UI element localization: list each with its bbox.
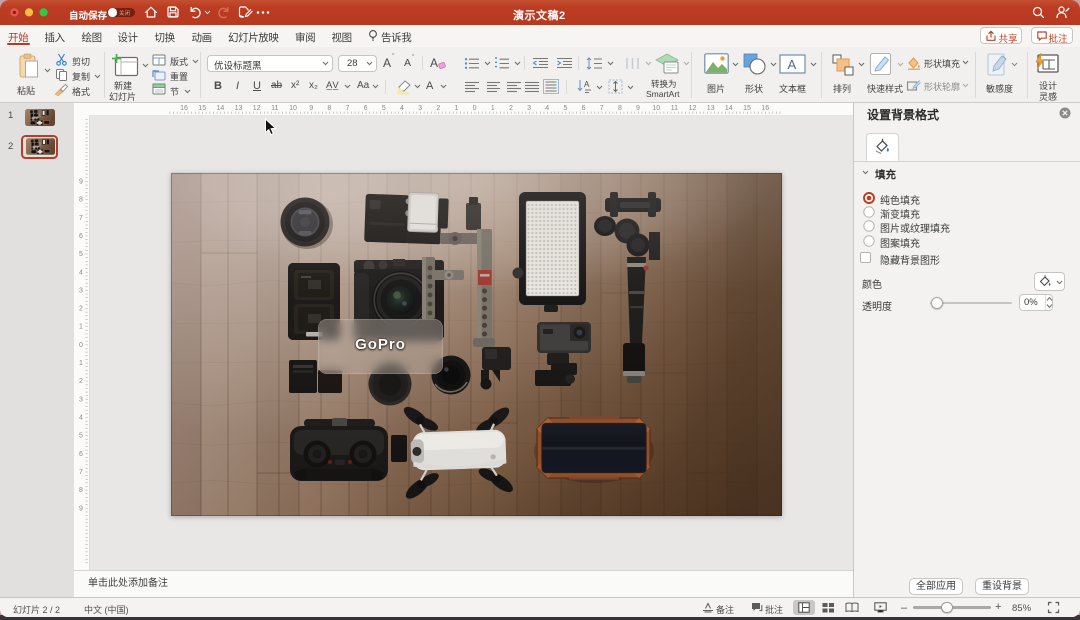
svg-text:3: 3: [527, 105, 531, 112]
svg-text:12: 12: [253, 105, 261, 112]
svg-text:9: 9: [79, 179, 83, 186]
svg-text:2: 2: [509, 105, 513, 112]
svg-text:2: 2: [436, 105, 440, 112]
svg-text:2: 2: [79, 378, 83, 385]
svg-text:4: 4: [545, 105, 549, 112]
svg-text:9: 9: [79, 505, 83, 512]
svg-text:8: 8: [79, 197, 83, 204]
svg-text:15: 15: [198, 105, 206, 112]
svg-text:3: 3: [418, 105, 422, 112]
svg-text:4: 4: [79, 269, 83, 276]
svg-text:1: 1: [454, 105, 458, 112]
svg-text:7: 7: [346, 105, 350, 112]
svg-text:16: 16: [180, 105, 188, 112]
svg-text:1: 1: [79, 324, 83, 331]
svg-text:11: 11: [271, 105, 278, 112]
svg-text:13: 13: [235, 105, 243, 112]
svg-text:2: 2: [79, 306, 83, 313]
svg-text:8: 8: [618, 105, 622, 112]
svg-text:13: 13: [707, 105, 715, 112]
svg-text:14: 14: [217, 105, 225, 112]
svg-text:1: 1: [79, 360, 83, 367]
svg-text:9: 9: [636, 105, 640, 112]
svg-text:6: 6: [364, 105, 368, 112]
svg-text:3: 3: [79, 396, 83, 403]
svg-text:5: 5: [79, 433, 83, 440]
svg-text:5: 5: [79, 251, 83, 258]
svg-text:3: 3: [79, 287, 83, 294]
svg-text:10: 10: [652, 105, 660, 112]
svg-text:8: 8: [79, 487, 83, 494]
svg-text:16: 16: [761, 105, 769, 112]
svg-text:15: 15: [743, 105, 751, 112]
svg-text:14: 14: [725, 105, 733, 112]
svg-text:4: 4: [400, 105, 404, 112]
svg-text:7: 7: [600, 105, 604, 112]
svg-text:0: 0: [473, 105, 477, 112]
svg-text:7: 7: [79, 215, 83, 222]
svg-text:11: 11: [671, 105, 678, 112]
svg-text:4: 4: [79, 415, 83, 422]
svg-text:6: 6: [582, 105, 586, 112]
svg-text:6: 6: [79, 451, 83, 458]
svg-text:0: 0: [79, 342, 83, 349]
svg-text:9: 9: [309, 105, 313, 112]
svg-text:5: 5: [382, 105, 386, 112]
svg-text:8: 8: [327, 105, 331, 112]
svg-text:6: 6: [79, 233, 83, 240]
svg-text:7: 7: [79, 469, 83, 476]
svg-text:5: 5: [563, 105, 567, 112]
svg-text:A: A: [584, 80, 590, 89]
svg-text:1: 1: [491, 105, 495, 112]
svg-text:A: A: [788, 57, 797, 72]
svg-text:12: 12: [689, 105, 697, 112]
svg-text:10: 10: [289, 105, 297, 112]
